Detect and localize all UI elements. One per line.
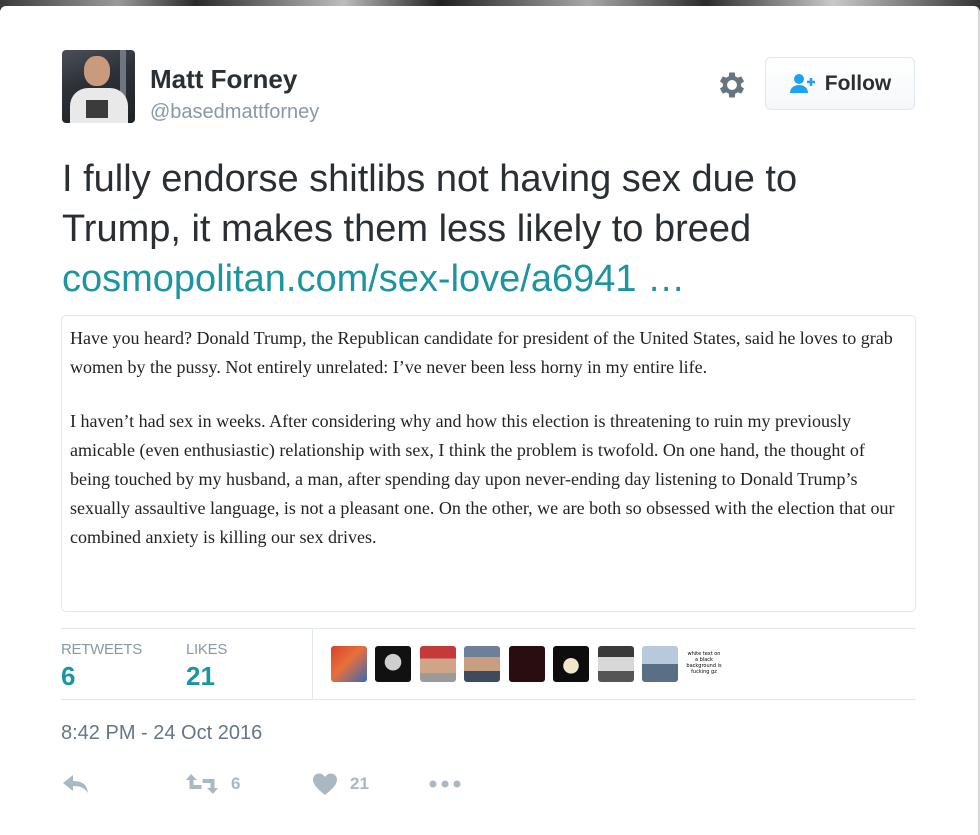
follow-person-icon: [789, 73, 815, 93]
like-count: 21: [350, 774, 369, 793]
retweet-icon: [186, 774, 218, 794]
liker-avatar[interactable]: [375, 646, 411, 682]
follow-button-label: Follow: [824, 71, 892, 95]
retweets-label[interactable]: RETWEETS: [61, 641, 142, 658]
liker-avatar[interactable]: [464, 646, 500, 682]
tweet-link[interactable]: cosmopolitan.com/sex-love/a6941 …: [62, 254, 922, 304]
liker-avatar[interactable]: [420, 646, 456, 682]
tweet-timestamp[interactable]: 8:42 PM - 24 Oct 2016: [61, 722, 262, 745]
retweet-button[interactable]: 6: [185, 766, 240, 802]
liker-avatar[interactable]: [553, 646, 589, 682]
divider: [61, 628, 916, 629]
reply-icon: [63, 775, 88, 793]
author-handle[interactable]: @basedmattforney: [150, 101, 319, 124]
retweets-count[interactable]: 6: [61, 661, 75, 692]
divider: [312, 629, 313, 699]
divider: [61, 699, 916, 700]
retweet-count: 6: [231, 774, 241, 793]
tweet-body: I fully endorse shitlibs not having sex …: [62, 158, 798, 250]
liker-avatar[interactable]: [642, 646, 678, 682]
liker-avatar[interactable]: [509, 646, 545, 682]
liker-avatar[interactable]: white text on a black background is fuck…: [686, 646, 722, 682]
liker-avatar[interactable]: [331, 646, 367, 682]
reply-button[interactable]: [61, 766, 91, 802]
more-button[interactable]: [429, 766, 461, 802]
author-avatar[interactable]: [62, 50, 135, 123]
quote-card[interactable]: Have you heard? Donald Trump, the Republ…: [61, 315, 916, 612]
quote-paragraph: I haven’t had sex in weeks. After consid…: [70, 411, 895, 547]
tweet-card: Matt Forney @basedmattforney Follow I fu…: [0, 6, 980, 835]
heart-icon: [313, 773, 337, 795]
quote-paragraph: Have you heard? Donald Trump, the Republ…: [70, 328, 893, 377]
more-icon: [429, 780, 461, 788]
author-name[interactable]: Matt Forney: [150, 64, 297, 95]
tweet-text: I fully endorse shitlibs not having sex …: [62, 154, 922, 304]
likes-count[interactable]: 21: [186, 661, 215, 692]
likes-label[interactable]: LIKES: [186, 641, 227, 658]
liker-avatar[interactable]: [598, 646, 634, 682]
like-button[interactable]: 21: [312, 766, 369, 802]
follow-button[interactable]: Follow: [765, 57, 915, 110]
gear-icon[interactable]: [715, 68, 749, 102]
